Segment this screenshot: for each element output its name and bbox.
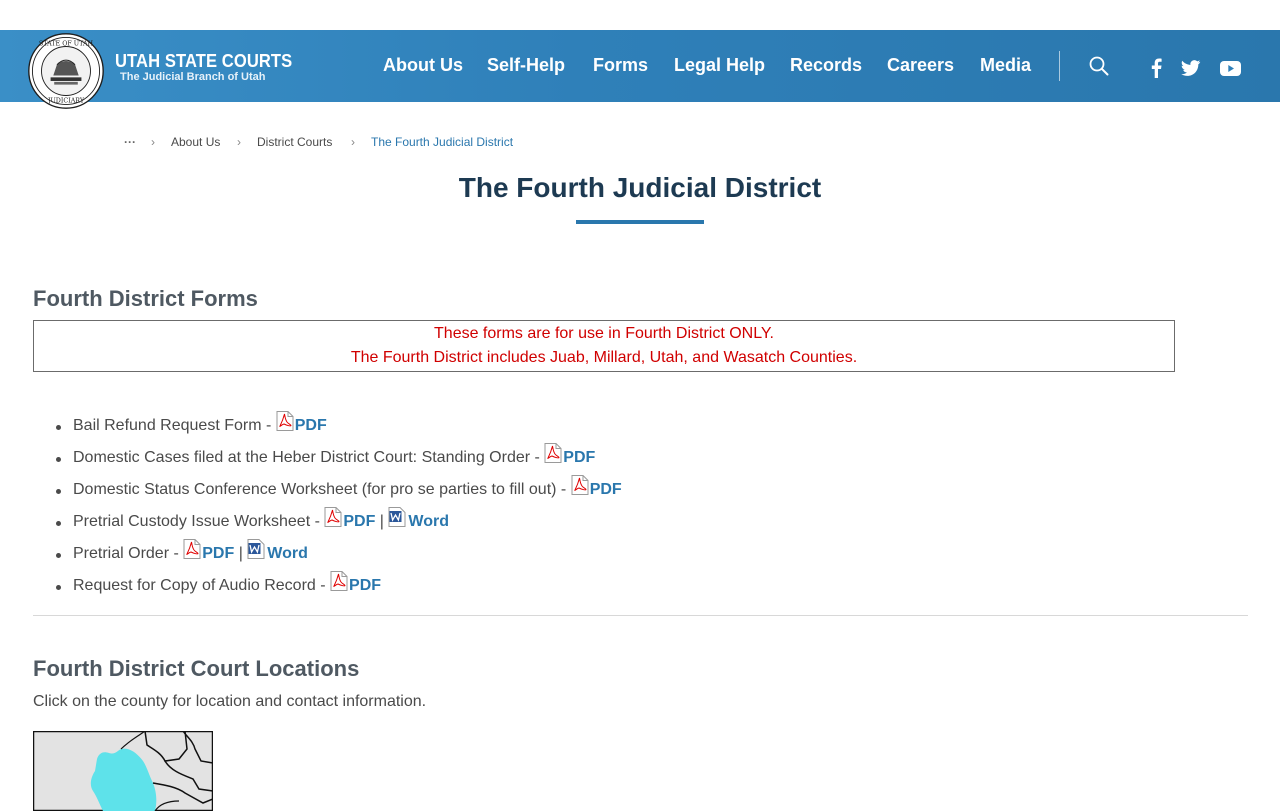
nav-media[interactable]: Media	[980, 54, 1031, 76]
notice-line-2: The Fourth District includes Juab, Milla…	[350, 349, 858, 366]
pdf-link-label: PDF	[563, 449, 596, 466]
title-underline	[576, 220, 704, 224]
facebook-icon[interactable]	[1150, 58, 1162, 78]
word-icon	[388, 507, 406, 527]
county-map[interactable]	[33, 731, 213, 811]
nav-self-help[interactable]: Self-Help	[487, 54, 565, 76]
link-separator: |	[234, 545, 248, 562]
word-link-label: Word	[267, 545, 308, 562]
list-item: Pretrial Custody Issue Worksheet - PDF |…	[55, 506, 622, 538]
breadcrumb-item-current: The Fourth Judicial District	[371, 135, 514, 149]
nav-records[interactable]: Records	[790, 54, 862, 76]
word-link[interactable]: Word	[388, 507, 449, 530]
nav-careers[interactable]: Careers	[887, 54, 954, 76]
form-label: Pretrial Custody Issue Worksheet -	[73, 513, 325, 530]
pdf-link[interactable]: PDF	[330, 571, 382, 594]
form-label: Bail Refund Request Form -	[73, 417, 276, 434]
page-title: The Fourth Judicial District	[458, 172, 822, 203]
form-label: Domestic Cases filed at the Heber Distri…	[73, 449, 545, 466]
breadcrumb-item-about-us[interactable]: About Us	[171, 134, 220, 150]
nav-separator	[1059, 51, 1060, 81]
pdf-link[interactable]: PDF	[571, 475, 622, 498]
list-item: Pretrial Order - PDF | Word	[55, 538, 622, 570]
breadcrumb-separator: ›	[351, 135, 355, 149]
pdf-link-label: PDF	[349, 577, 382, 594]
nav-about-us[interactable]: About Us	[383, 54, 463, 76]
seal-bottom-text: JUDICIARY	[47, 98, 85, 105]
twitter-icon[interactable]	[1181, 60, 1201, 76]
top-strip	[0, 0, 1280, 30]
section-divider	[33, 615, 1248, 616]
pdf-icon	[324, 507, 342, 527]
pdf-link[interactable]: PDF	[324, 507, 376, 530]
pdf-link[interactable]: PDF	[276, 411, 327, 434]
brand-title: UTAH STATE COURTS	[115, 51, 293, 71]
locations-heading: Fourth District Court Locations	[33, 656, 360, 681]
utah-judiciary-seal-logo[interactable]: STATE OF UTAH JUDICIARY	[23, 32, 109, 110]
pdf-link-label: PDF	[343, 513, 376, 530]
list-item: Bail Refund Request Form - PDF	[55, 410, 622, 442]
pdf-icon	[183, 539, 201, 559]
breadcrumb-separator: ›	[237, 135, 241, 149]
notice-box: These forms are for use in Fourth Distri…	[33, 320, 1175, 372]
pdf-link[interactable]: PDF	[544, 443, 596, 466]
word-icon	[247, 539, 265, 559]
form-label: Domestic Status Conference Worksheet (fo…	[73, 481, 571, 498]
notice-line-1: These forms are for use in Fourth Distri…	[434, 325, 774, 342]
pdf-icon	[571, 475, 589, 495]
form-label: Pretrial Order -	[73, 545, 184, 562]
brand-subtitle: The Judicial Branch of Utah	[120, 71, 266, 83]
form-label: Request for Copy of Audio Record -	[73, 577, 331, 594]
word-link[interactable]: Word	[247, 539, 308, 562]
word-link-label: Word	[408, 513, 449, 530]
seal-top-text: STATE OF UTAH	[39, 41, 94, 48]
breadcrumb-separator: ›	[151, 135, 155, 149]
pdf-icon	[544, 443, 562, 463]
list-item: Request for Copy of Audio Record - PDF	[55, 570, 622, 602]
pdf-link-label: PDF	[202, 545, 235, 562]
pdf-link-label: PDF	[294, 417, 327, 434]
youtube-icon[interactable]	[1220, 61, 1241, 76]
site-header: STATE OF UTAH JUDICIARY UTAH STATE COURT…	[0, 30, 1280, 109]
list-item: Domestic Cases filed at the Heber Distri…	[55, 442, 622, 474]
brand[interactable]: UTAH STATE COURTS The Judicial Branch of…	[115, 51, 308, 84]
nav-legal-help[interactable]: Legal Help	[674, 54, 765, 76]
pdf-icon	[276, 411, 294, 431]
forms-heading: Fourth District Forms	[33, 286, 258, 311]
pdf-link[interactable]: PDF	[183, 539, 235, 562]
nav-forms[interactable]: Forms	[593, 54, 648, 76]
breadcrumb-ellipsis[interactable]: ···	[124, 134, 136, 150]
list-item: Domestic Status Conference Worksheet (fo…	[55, 474, 622, 506]
pdf-link-label: PDF	[589, 481, 622, 498]
breadcrumb-item-district-courts[interactable]: District Courts	[257, 134, 332, 150]
locations-instruction: Click on the county for location and con…	[33, 693, 427, 710]
pdf-icon	[330, 571, 348, 591]
forms-list: Bail Refund Request Form - PDF Domestic …	[55, 410, 622, 602]
search-icon[interactable]	[1089, 56, 1109, 76]
link-separator: |	[375, 513, 389, 530]
